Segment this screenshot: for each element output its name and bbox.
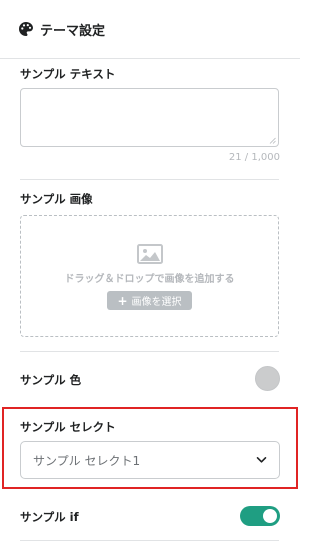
sample-select[interactable]: サンプル セレクト1: [20, 441, 280, 479]
page-title: テーマ設定: [40, 23, 106, 39]
toggle-knob: [263, 509, 277, 523]
palette-icon: [19, 22, 33, 36]
sample-text-input[interactable]: [20, 88, 279, 147]
header-divider: [0, 58, 300, 59]
panel-header: テーマ設定: [0, 0, 300, 58]
text-section-label: サンプル テキスト: [20, 67, 116, 81]
sample-if-toggle[interactable]: [240, 506, 280, 526]
plus-icon: +: [117, 293, 128, 308]
color-swatch[interactable]: [255, 366, 280, 391]
color-section-label: サンプル 色: [20, 373, 82, 387]
image-dropzone[interactable]: ドラッグ＆ドロップで画像を追加する + 画像を選択: [20, 215, 279, 337]
dropzone-hint: ドラッグ＆ドロップで画像を追加する: [64, 274, 235, 285]
chevron-down-icon: [256, 457, 267, 463]
select-image-button[interactable]: + 画像を選択: [107, 291, 192, 310]
image-section-label: サンプル 画像: [20, 192, 93, 206]
resize-grip-icon[interactable]: [269, 137, 276, 144]
character-counter: 21 / 1,000: [228, 152, 280, 163]
section-divider: [20, 540, 279, 541]
select-image-label: 画像を選択: [131, 297, 182, 308]
image-icon: [136, 244, 163, 264]
section-divider: [20, 351, 279, 352]
select-value: サンプル セレクト1: [33, 453, 141, 468]
section-divider: [20, 179, 279, 180]
select-section-label: サンプル セレクト: [20, 420, 116, 434]
toggle-section-label: サンプル if: [20, 510, 79, 524]
